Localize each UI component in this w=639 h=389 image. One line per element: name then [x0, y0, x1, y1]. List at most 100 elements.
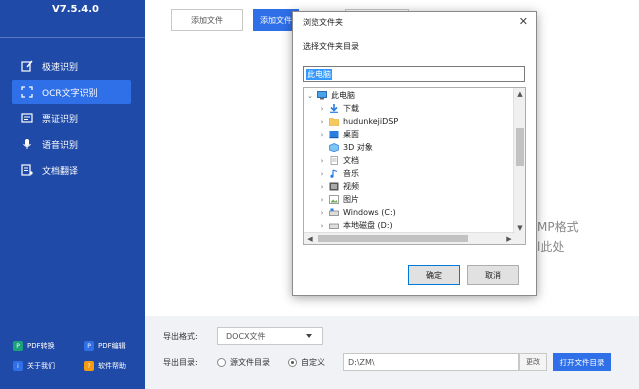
tree-item-pictures[interactable]: › 图片	[318, 193, 359, 206]
tree-item-label: 文档	[343, 156, 359, 165]
tree-item-label: hudunkejiDSP	[343, 117, 399, 126]
tree-item-label: Windows (C:)	[343, 208, 396, 217]
folder-name-input[interactable]: 此电脑	[303, 66, 525, 82]
chevron-right-icon[interactable]: ›	[318, 170, 326, 178]
tree-item-label: 此电脑	[331, 91, 355, 100]
sidebar-item-translate[interactable]: 文档翻译	[12, 158, 131, 182]
chevron-right-icon[interactable]: ›	[318, 222, 326, 230]
dropzone-hint-line2: l此处	[537, 240, 565, 254]
download-folder-icon	[329, 104, 339, 113]
tree-item-downloads[interactable]: › 下载	[318, 102, 359, 115]
chevron-right-icon[interactable]: ›	[318, 131, 326, 139]
tree-item-label: 桌面	[343, 130, 359, 139]
add-file-button[interactable]: 添加文件	[171, 9, 243, 31]
help-icon: ?	[84, 361, 94, 371]
open-folder-button[interactable]: 打开文件目录	[553, 353, 611, 371]
scroll-down-icon[interactable]: ▼	[514, 222, 525, 234]
scroll-thumb-horizontal[interactable]	[318, 235, 468, 242]
video-icon	[329, 182, 339, 191]
folder-icon	[328, 117, 340, 126]
tree-item-drive-c[interactable]: › Windows (C:)	[318, 206, 396, 219]
sidebar-item-label: 文档翻译	[42, 166, 79, 177]
tree-item-label: 视频	[343, 182, 359, 191]
change-path-button[interactable]: 更改	[519, 353, 547, 371]
browse-folder-dialog: 浏览文件夹 ✕ 选择文件夹目录 此电脑 ⌄ 此电脑 › 下载 › hudunke…	[292, 11, 537, 296]
chevron-right-icon[interactable]: ›	[318, 118, 326, 126]
dialog-ok-button[interactable]: 确定	[408, 265, 460, 285]
documents-icon	[329, 156, 339, 165]
radio-icon	[217, 358, 226, 367]
tree-item-label: 下载	[343, 104, 359, 113]
sidebar-item-voice[interactable]: 语音识别	[12, 132, 131, 156]
ticket-icon	[20, 111, 34, 125]
pdf-convert-label: PDF转换	[27, 342, 55, 350]
chevron-right-icon[interactable]: ›	[318, 157, 326, 165]
radio-source-dir[interactable]: 源文件目录	[217, 357, 270, 368]
sidebar-item-ocr[interactable]: OCR文字识别	[12, 80, 131, 104]
folder-name-value: 此电脑	[306, 68, 332, 80]
export-path-input[interactable]: D:\ZM\	[343, 353, 519, 371]
tree-item-label: 音乐	[343, 169, 359, 178]
scroll-left-icon[interactable]: ◀	[304, 233, 316, 244]
chevron-right-icon[interactable]: ›	[318, 183, 326, 191]
sidebar-item-fast-recognition[interactable]: 极速识别	[12, 54, 131, 78]
pdf-edit-link[interactable]: P PDF编辑	[84, 341, 126, 351]
sidebar-item-label: 票证识别	[42, 114, 79, 125]
tree-item-documents[interactable]: › 文档	[318, 154, 359, 167]
pictures-icon	[329, 195, 339, 204]
tree-item-music[interactable]: › 音乐	[318, 167, 359, 180]
translate-icon	[20, 163, 34, 177]
export-format-value: DOCX文件	[226, 331, 266, 341]
edit-icon	[20, 59, 34, 73]
sidebar-item-ticket[interactable]: 票证识别	[12, 106, 131, 130]
help-link[interactable]: ? 软件帮助	[84, 361, 126, 371]
export-settings-bar: 导出格式: DOCX文件 导出目录: 源文件目录 自定义 D:\ZM\ 更改 打…	[145, 316, 639, 389]
export-dir-label: 导出目录:	[163, 358, 198, 367]
export-format-label: 导出格式:	[163, 332, 198, 341]
sidebar-divider	[0, 37, 145, 38]
chevron-right-icon[interactable]: ›	[318, 209, 326, 217]
drive-icon	[329, 221, 339, 230]
ocr-icon	[20, 85, 34, 99]
sidebar-item-label: OCR文字识别	[42, 88, 98, 99]
dialog-title: 浏览文件夹	[303, 18, 343, 27]
tree-item-drive-d[interactable]: › 本地磁盘 (D:)	[318, 219, 393, 232]
tree-item-this-pc[interactable]: ⌄ 此电脑	[306, 89, 355, 102]
tree-horizontal-scrollbar[interactable]: ◀ ▶	[304, 232, 515, 244]
dropzone-hint-line1: MP格式	[537, 220, 579, 234]
close-icon[interactable]: ✕	[519, 15, 528, 28]
tree-item-label: 图片	[343, 195, 359, 204]
info-icon: i	[13, 361, 23, 371]
radio-checked-icon	[288, 358, 297, 367]
pdf-convert-link[interactable]: P PDF转换	[13, 341, 55, 351]
dialog-cancel-button[interactable]: 取消	[467, 265, 519, 285]
sidebar-item-label: 语音识别	[42, 140, 79, 151]
help-label: 软件帮助	[98, 362, 126, 370]
tree-vertical-scrollbar[interactable]: ▲ ▼	[513, 88, 525, 244]
pdf-edit-label: PDF编辑	[98, 342, 126, 350]
music-icon	[329, 169, 339, 178]
about-us-link[interactable]: i 关于我们	[13, 361, 55, 371]
chevron-right-icon[interactable]: ›	[318, 196, 326, 204]
export-format-select[interactable]: DOCX文件	[217, 327, 323, 345]
tree-item-label: 3D 对象	[343, 143, 373, 152]
microphone-icon	[20, 137, 34, 151]
tree-item-desktop[interactable]: › 桌面	[318, 128, 359, 141]
tree-item-label: 本地磁盘 (D:)	[343, 221, 393, 230]
3d-objects-icon	[329, 143, 339, 153]
scroll-up-icon[interactable]: ▲	[514, 88, 525, 100]
chevron-down-icon[interactable]: ⌄	[306, 92, 314, 100]
scroll-right-icon[interactable]: ▶	[503, 233, 515, 244]
chevron-right-icon[interactable]: ›	[318, 105, 326, 113]
sidebar: V7.5.4.0 极速识别 OCR文字识别 票证识别 语音识别 文档翻译 P P…	[0, 0, 145, 389]
tree-item-3d-objects[interactable]: 3D 对象	[318, 141, 373, 154]
folder-tree[interactable]: ⌄ 此电脑 › 下载 › hudunkejiDSP › 桌面 3D 对象 › 文…	[303, 87, 526, 245]
chevron-down-icon	[306, 334, 312, 338]
scroll-thumb[interactable]	[516, 128, 524, 166]
sidebar-item-label: 极速识别	[42, 62, 79, 73]
tree-item-hudunkejidsp[interactable]: › hudunkejiDSP	[318, 115, 399, 128]
dialog-subtitle: 选择文件夹目录	[303, 42, 359, 51]
radio-custom-dir[interactable]: 自定义	[288, 357, 325, 368]
tree-item-videos[interactable]: › 视频	[318, 180, 359, 193]
radio-custom-label: 自定义	[301, 358, 325, 367]
